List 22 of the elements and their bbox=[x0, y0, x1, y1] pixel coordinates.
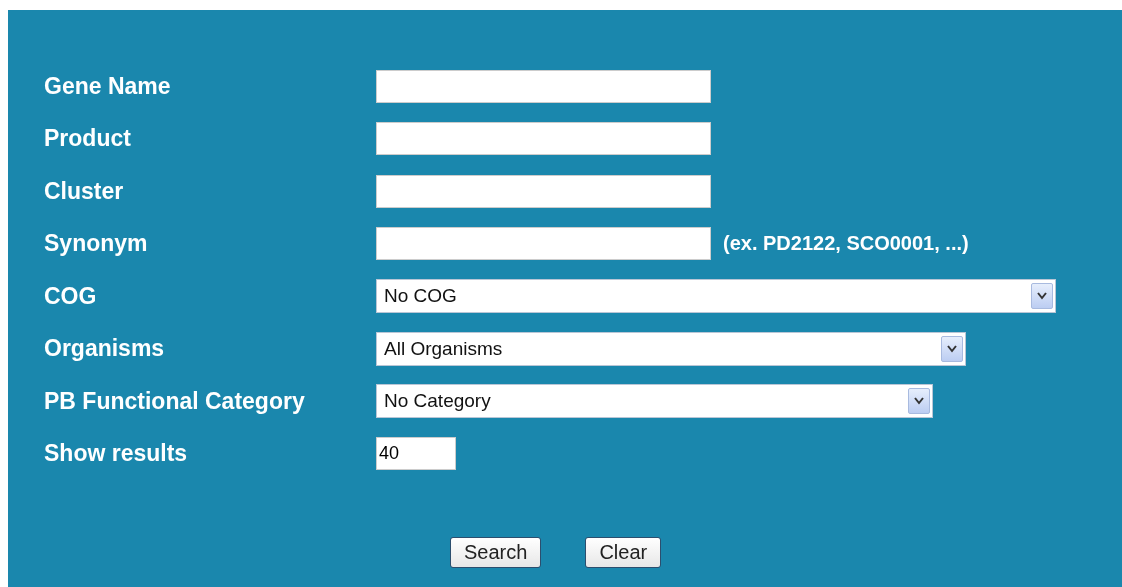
field-label: PB Functional Category bbox=[44, 387, 306, 415]
text-field[interactable] bbox=[376, 174, 711, 208]
dropdown[interactable]: All Organisms bbox=[376, 331, 966, 366]
field-label: Product bbox=[44, 125, 132, 153]
chevron-down-icon[interactable] bbox=[1031, 283, 1053, 310]
results-count-field[interactable]: 40 bbox=[376, 437, 456, 471]
field-label: Synonym bbox=[44, 230, 149, 258]
dropdown[interactable]: No Category bbox=[376, 384, 933, 419]
text-field[interactable] bbox=[376, 227, 711, 261]
field-label: Gene Name bbox=[44, 72, 172, 100]
text-field[interactable] bbox=[376, 69, 711, 103]
field-label: Organisms bbox=[44, 335, 166, 363]
dropdown[interactable]: No COG bbox=[376, 279, 1056, 314]
chevron-down-icon[interactable] bbox=[908, 388, 930, 415]
field-label: Cluster bbox=[44, 177, 125, 205]
clear-button[interactable]: Clear bbox=[585, 537, 662, 568]
field-label: COG bbox=[44, 282, 98, 310]
search-button[interactable]: Search bbox=[450, 537, 542, 568]
field-label: Show results bbox=[44, 440, 189, 468]
example-hint: (ex. PD2122, SCO0001, ...) bbox=[723, 232, 969, 256]
text-field[interactable] bbox=[376, 122, 711, 156]
chevron-down-icon[interactable] bbox=[941, 335, 963, 362]
